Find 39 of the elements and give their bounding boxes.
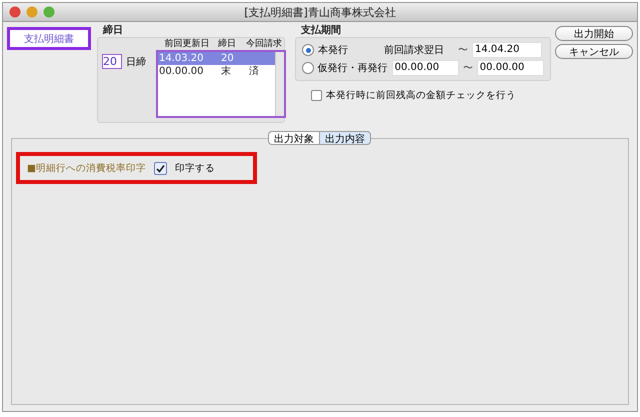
- radio-label: 仮発行・再発行: [318, 62, 388, 75]
- window-control-icon[interactable]: [9, 6, 21, 18]
- radio-button[interactable]: [302, 62, 314, 74]
- tab[interactable]: 出力対象: [268, 131, 320, 145]
- range-separator: 〜: [458, 44, 468, 57]
- tab[interactable]: 出力内容: [319, 131, 371, 145]
- checkbox-label: 印字する: [174, 162, 215, 174]
- range-separator: 〜: [462, 62, 473, 75]
- column-header: 締日: [218, 38, 237, 50]
- checkbox[interactable]: [311, 90, 322, 101]
- list-cell-text: 00.00.00: [158, 65, 205, 78]
- cancel-button[interactable]: キャンセル: [555, 44, 633, 59]
- group-title: 締日: [103, 25, 124, 37]
- closing-list[interactable]: 14.03.20 20 00.00.00 末 済: [156, 50, 286, 118]
- column-header: 前回更新日: [164, 38, 210, 50]
- group-title: 支払期間: [301, 25, 342, 37]
- list-row[interactable]: 00.00.00 末 済: [158, 65, 275, 78]
- radio-label: 本発行: [318, 44, 349, 57]
- date-field[interactable]: 00.00.00: [476, 60, 544, 76]
- list-cell-text: 20: [220, 52, 235, 65]
- list-cell-text: 末: [220, 65, 232, 78]
- day-field[interactable]: 20: [102, 54, 122, 69]
- date-field[interactable]: 14.04.20: [472, 42, 542, 58]
- document-type-button[interactable]: 支払明細書: [7, 27, 91, 50]
- date-field[interactable]: 00.00.00: [392, 60, 459, 76]
- list-cell-text: 済: [248, 65, 260, 78]
- column-header: 今回請求: [246, 38, 283, 50]
- scrollbar[interactable]: [275, 52, 284, 116]
- checkbox-label: 本発行時に前回残高の金額チェックを行う: [326, 89, 516, 102]
- field-label: 前回請求翌日: [384, 44, 445, 57]
- start-output-button[interactable]: 出力開始: [555, 26, 633, 41]
- window-control-icon[interactable]: [43, 6, 55, 18]
- window-control-icon[interactable]: [26, 6, 38, 18]
- list-cell-text: 14.03.20: [158, 52, 205, 65]
- checkbox[interactable]: [154, 162, 167, 174]
- radio-button[interactable]: [302, 44, 314, 56]
- option-label: ■明細行への消費税率印字: [27, 162, 146, 174]
- window-title: [支払明細書]青山商事株式会社: [244, 4, 396, 20]
- field-label: 日締: [126, 56, 146, 70]
